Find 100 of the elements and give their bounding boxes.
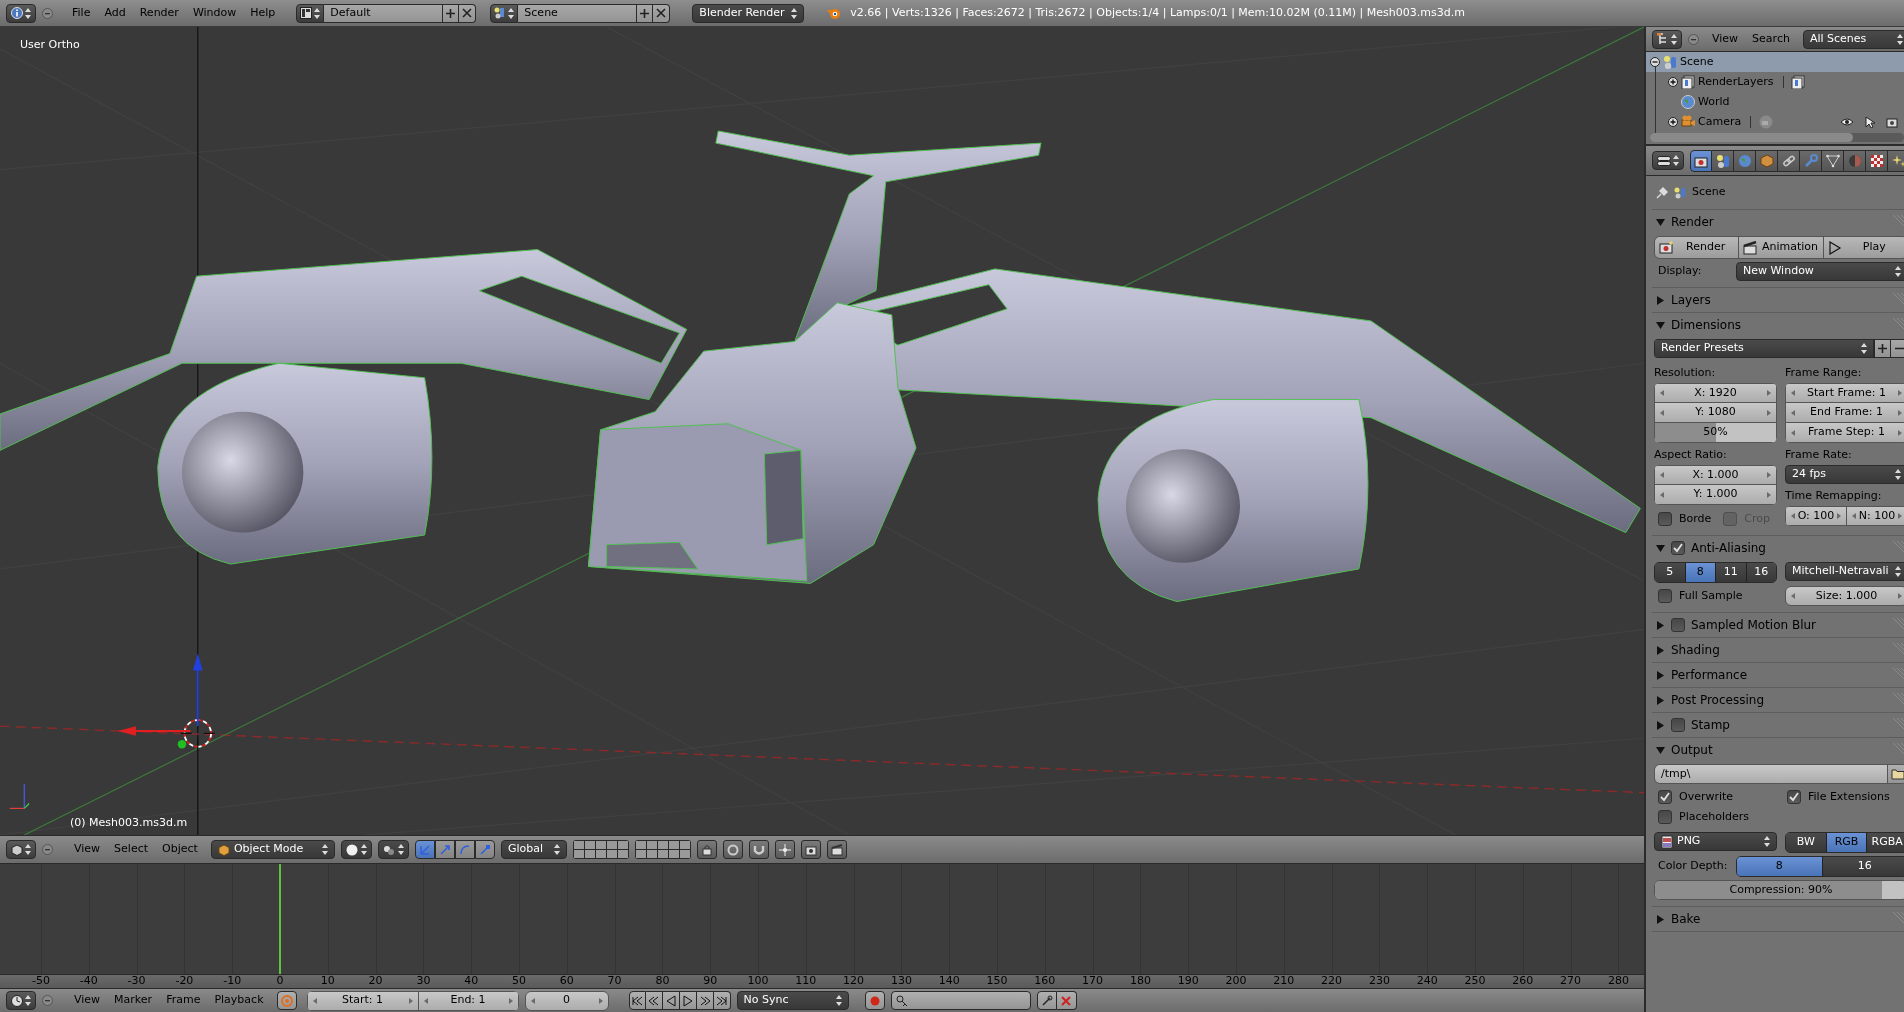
insert-keyframe-button[interactable] bbox=[1036, 991, 1057, 1010]
outliner-row[interactable]: RenderLayers bbox=[1646, 72, 1904, 92]
shading-dropdown[interactable] bbox=[340, 840, 372, 859]
magnet-button[interactable] bbox=[748, 840, 769, 859]
panel-header[interactable]: Sampled Motion Blur bbox=[1652, 613, 1904, 637]
time-remap-field[interactable]: O: 100 bbox=[1785, 506, 1847, 526]
eye-icon[interactable] bbox=[1840, 117, 1854, 127]
screen-layout-name-field[interactable]: Default bbox=[324, 3, 443, 23]
expand-toggle-icon[interactable] bbox=[1668, 117, 1678, 127]
sample-count-button[interactable]: 8 bbox=[1684, 563, 1715, 582]
decrement-arrow-icon[interactable] bbox=[1791, 593, 1795, 599]
expand-triangle-icon[interactable] bbox=[1656, 720, 1665, 730]
display-dropdown[interactable]: New Window bbox=[1736, 262, 1904, 281]
collapse-icon[interactable] bbox=[1688, 33, 1699, 45]
expand-triangle-icon[interactable] bbox=[1656, 645, 1665, 655]
checkbox[interactable] bbox=[1671, 718, 1685, 732]
percentage-slider[interactable]: 50% bbox=[1654, 423, 1777, 443]
end-frame-field[interactable]: End: 1 bbox=[418, 990, 519, 1011]
decrement-arrow-icon[interactable] bbox=[1791, 390, 1795, 396]
menu-item[interactable]: Select bbox=[107, 840, 156, 859]
render-presets-dropdown[interactable]: Render Presets bbox=[1654, 339, 1874, 358]
manipulator-toggle-button[interactable] bbox=[414, 840, 435, 859]
camera-render-icon[interactable] bbox=[1886, 116, 1898, 128]
increment-arrow-icon[interactable] bbox=[1898, 513, 1902, 519]
decrement-arrow-icon[interactable] bbox=[1791, 513, 1795, 519]
sample-count-button[interactable]: 5 bbox=[1655, 563, 1685, 582]
menu-item[interactable]: Object bbox=[155, 840, 205, 859]
filter-dropdown[interactable]: Mitchell-Netravali bbox=[1785, 562, 1904, 581]
drag-handle-icon[interactable] bbox=[1892, 718, 1904, 732]
modifiers-tab[interactable] bbox=[1800, 149, 1822, 172]
prev-keyframe-button[interactable] bbox=[645, 991, 663, 1010]
orientation-dropdown[interactable]: Global bbox=[500, 840, 567, 859]
record-button[interactable] bbox=[864, 991, 885, 1010]
scene-name-field[interactable]: Scene bbox=[518, 3, 637, 23]
frame-range-field[interactable]: Frame Step: 1 bbox=[1785, 423, 1904, 443]
collapse-icon[interactable] bbox=[42, 844, 53, 855]
menu-item[interactable]: View bbox=[1705, 29, 1746, 49]
sample-count-button[interactable]: 11 bbox=[1715, 563, 1746, 582]
menu-item[interactable]: Add bbox=[97, 3, 133, 23]
remove-preset-button[interactable] bbox=[1891, 339, 1904, 358]
expand-triangle-icon[interactable] bbox=[1656, 620, 1665, 630]
time-remap-field[interactable]: N: 100 bbox=[1847, 506, 1904, 526]
increment-arrow-icon[interactable] bbox=[508, 997, 513, 1004]
delete-keyframe-button[interactable] bbox=[1056, 991, 1077, 1010]
display-filter-dropdown[interactable]: All Scenes bbox=[1802, 29, 1904, 49]
color-mode-button[interactable]: RGB bbox=[1825, 833, 1867, 852]
panel-header[interactable]: Output bbox=[1652, 738, 1904, 762]
drag-handle-icon[interactable] bbox=[1892, 643, 1904, 657]
start-frame-field[interactable]: Start: 1 bbox=[306, 990, 419, 1011]
checkbox[interactable] bbox=[1658, 589, 1672, 603]
current-frame-field[interactable]: 0 bbox=[524, 990, 609, 1011]
panel-header[interactable]: Shading bbox=[1652, 638, 1904, 662]
editor-type-button[interactable] bbox=[6, 840, 36, 859]
ring-button[interactable] bbox=[722, 840, 743, 859]
aspect-ratio-field[interactable]: X: 1.000 bbox=[1654, 465, 1777, 485]
panel-header[interactable]: Stamp bbox=[1652, 713, 1904, 737]
increment-arrow-icon[interactable] bbox=[1767, 472, 1771, 478]
decrement-arrow-icon[interactable] bbox=[1791, 429, 1795, 436]
constraints-tab[interactable] bbox=[1778, 149, 1800, 172]
checkbox[interactable] bbox=[1787, 790, 1801, 804]
decrement-arrow-icon[interactable] bbox=[530, 997, 535, 1004]
data-tab[interactable] bbox=[1822, 149, 1844, 172]
increment-arrow-icon[interactable] bbox=[1898, 409, 1902, 416]
increment-arrow-icon[interactable] bbox=[1767, 390, 1771, 396]
menu-item[interactable]: Marker bbox=[107, 991, 160, 1010]
frame-rate-dropdown[interactable]: 24 fps bbox=[1785, 465, 1904, 484]
menu-item[interactable]: Playback bbox=[207, 991, 271, 1010]
screen-layout-browse-button[interactable] bbox=[296, 3, 325, 23]
menu-item[interactable]: File bbox=[65, 3, 98, 23]
expand-triangle-icon[interactable] bbox=[1656, 695, 1665, 705]
compression-slider[interactable]: Compression: 90% bbox=[1654, 880, 1904, 900]
lock-button[interactable] bbox=[696, 840, 717, 859]
resolution-field[interactable]: X: 1920 bbox=[1654, 383, 1777, 403]
pivot-dropdown[interactable] bbox=[377, 840, 409, 859]
editor-type-button[interactable] bbox=[1652, 29, 1682, 49]
particles-tab[interactable] bbox=[1888, 149, 1904, 172]
clapperboard-button[interactable] bbox=[826, 840, 847, 859]
pin-icon[interactable] bbox=[1656, 186, 1668, 199]
sample-count-button[interactable]: 16 bbox=[1745, 563, 1776, 582]
horizontal-scrollbar[interactable] bbox=[1650, 133, 1904, 142]
expand-triangle-icon[interactable] bbox=[1656, 295, 1665, 305]
filter-size-field[interactable]: Size: 1.000 bbox=[1785, 586, 1904, 606]
increment-arrow-icon[interactable] bbox=[1767, 409, 1771, 416]
drag-handle-icon[interactable] bbox=[1892, 912, 1904, 926]
collapse-triangle-icon[interactable] bbox=[1656, 745, 1665, 755]
decrement-arrow-icon[interactable] bbox=[312, 997, 317, 1004]
outliner-row[interactable]: World bbox=[1646, 92, 1904, 112]
panel-header[interactable]: Dimensions bbox=[1652, 313, 1904, 337]
increment-arrow-icon[interactable] bbox=[1898, 593, 1902, 599]
sync-dropdown[interactable]: No Sync bbox=[736, 991, 849, 1010]
outliner-row[interactable]: Scene bbox=[1646, 52, 1904, 72]
drag-handle-icon[interactable] bbox=[1892, 668, 1904, 682]
collapse-toggle-icon[interactable] bbox=[1650, 57, 1660, 67]
checkbox[interactable] bbox=[1658, 512, 1672, 526]
decrement-arrow-icon[interactable] bbox=[1791, 409, 1795, 416]
frame-range-field[interactable]: Start Frame: 1 bbox=[1785, 383, 1904, 403]
mode-dropdown[interactable]: Object Mode bbox=[210, 840, 335, 859]
menu-item[interactable]: View bbox=[67, 840, 108, 859]
render-engine-dropdown[interactable]: Blender Render bbox=[692, 3, 805, 23]
texture-tab[interactable] bbox=[1866, 149, 1888, 172]
